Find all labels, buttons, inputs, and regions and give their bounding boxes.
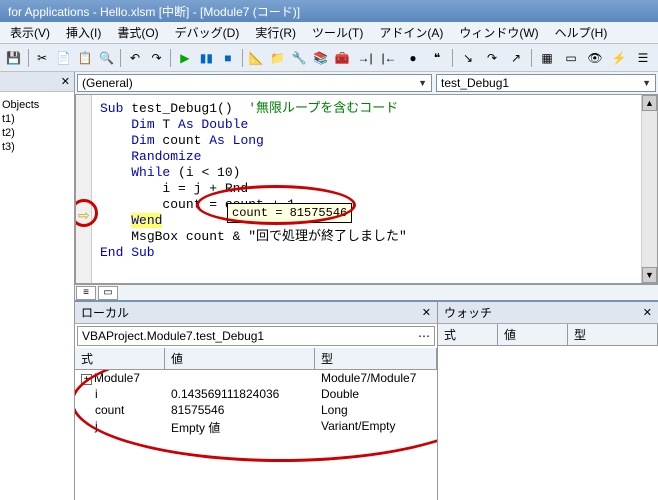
scroll-up-icon[interactable]: ▲ — [642, 95, 657, 111]
menu-insert[interactable]: 挿入(I) — [60, 22, 107, 43]
toolbox-icon[interactable]: 🧰 — [333, 47, 353, 69]
project-icon[interactable]: 📁 — [268, 47, 288, 69]
titlebar: for Applications - Hello.xlsm [中断] - [Mo… — [0, 0, 658, 22]
locals-col-val[interactable]: 値 — [165, 348, 315, 369]
locals-context-value: VBAProject.Module7.test_Debug1 — [82, 329, 264, 343]
close-icon[interactable]: ✕ — [422, 306, 431, 319]
locals-row: +Module7 Module7/Module7 — [75, 370, 437, 386]
locals-grid[interactable]: +Module7 Module7/Module7 i 0.14356911182… — [75, 370, 437, 500]
redo-icon[interactable]: ↷ — [147, 47, 167, 69]
value-tooltip: count = 81575546 — [227, 203, 352, 223]
menu-view[interactable]: 表示(V) — [4, 22, 56, 43]
find-icon[interactable]: 🔍 — [97, 47, 117, 69]
chevron-down-icon: ▼ — [418, 78, 427, 88]
menu-run[interactable]: 実行(R) — [249, 22, 302, 43]
menu-help[interactable]: ヘルプ(H) — [549, 22, 614, 43]
locals-row: i 0.143569111824036 Double — [75, 386, 437, 402]
tree-t1[interactable]: t1) — [2, 112, 72, 126]
watch-icon[interactable]: 👁 — [584, 47, 606, 69]
project-tree[interactable]: Objects t1) t2) t3) — [0, 92, 74, 500]
close-icon[interactable]: ✕ — [643, 306, 652, 319]
undo-icon[interactable]: ↶ — [125, 47, 145, 69]
design-icon[interactable]: 📐 — [247, 47, 267, 69]
browser-icon[interactable]: 📚 — [311, 47, 331, 69]
menu-addins[interactable]: アドイン(A) — [373, 22, 449, 43]
locals-title: ローカル — [81, 304, 129, 321]
code-scrollbar[interactable]: ▲ ▼ — [641, 95, 657, 283]
menu-tools[interactable]: ツール(T) — [306, 22, 369, 43]
project-pane: ✕ Objects t1) t2) t3) — [0, 72, 75, 500]
full-view-icon[interactable]: ▭ — [98, 286, 118, 300]
run-icon[interactable]: ▶ — [175, 47, 195, 69]
locals-pane: ローカル ✕ VBAProject.Module7.test_Debug1 ⋯ … — [75, 302, 438, 500]
menubar: 表示(V) 挿入(I) 書式(O) デバッグ(D) 実行(R) ツール(T) ア… — [0, 22, 658, 44]
break-icon[interactable]: ▮▮ — [197, 47, 217, 69]
procedure-dropdown-value: test_Debug1 — [441, 76, 509, 90]
toolbar: 💾 ✂ 📄 📋 🔍 ↶ ↷ ▶ ▮▮ ■ 📐 📁 🔧 📚 🧰 →| |← ● ❝… — [0, 44, 658, 72]
code-editor[interactable]: ⇨ Sub test_Debug1() '無限ループを含むコード Dim T A… — [75, 94, 658, 284]
chevron-down-icon: ▼ — [642, 78, 651, 88]
tree-objects[interactable]: Objects — [2, 98, 72, 112]
locals-col-expr[interactable]: 式 — [75, 348, 165, 369]
watch-pane: ウォッチ ✕ 式 値 型 — [438, 302, 658, 500]
menu-debug[interactable]: デバッグ(D) — [169, 22, 246, 43]
callstack-icon[interactable]: ☰ — [632, 47, 654, 69]
locals-row: j Empty 値 Variant/Empty — [75, 418, 437, 437]
menu-window[interactable]: ウィンドウ(W) — [453, 22, 544, 43]
locals-header: 式 値 型 — [75, 348, 437, 370]
object-dropdown-value: (General) — [82, 76, 133, 90]
indent-icon[interactable]: →| — [354, 47, 376, 69]
expand-icon[interactable]: + — [81, 374, 92, 385]
copy-icon[interactable]: 📄 — [54, 47, 74, 69]
props-icon[interactable]: 🔧 — [290, 47, 310, 69]
comment-icon[interactable]: ❝ — [426, 47, 448, 69]
tree-t2[interactable]: t2) — [2, 126, 72, 140]
step-over-icon[interactable]: ↷ — [481, 47, 503, 69]
watch-title: ウォッチ — [444, 304, 492, 321]
reset-icon[interactable]: ■ — [218, 47, 238, 69]
watch-col-type[interactable]: 型 — [568, 324, 658, 345]
watch-grid[interactable] — [438, 346, 658, 500]
bp-icon[interactable]: ● — [402, 47, 424, 69]
margin-bar: ⇨ — [76, 95, 92, 283]
outdent-icon[interactable]: |← — [378, 47, 400, 69]
immediate-icon[interactable]: ▭ — [560, 47, 582, 69]
code-view-buttons: ≡ ▭ — [75, 284, 658, 300]
proc-view-icon[interactable]: ≡ — [76, 286, 96, 300]
quickwatch-icon[interactable]: ⚡ — [608, 47, 630, 69]
code-text[interactable]: Sub test_Debug1() '無限ループを含むコード Dim T As … — [92, 95, 657, 283]
locals-context[interactable]: VBAProject.Module7.test_Debug1 ⋯ — [77, 326, 435, 346]
paste-icon[interactable]: 📋 — [75, 47, 95, 69]
step-into-icon[interactable]: ↘ — [457, 47, 479, 69]
object-dropdown[interactable]: (General) ▼ — [77, 74, 432, 92]
locals-row: count 81575546 Long — [75, 402, 437, 418]
context-more-icon[interactable]: ⋯ — [418, 329, 430, 343]
menu-format[interactable]: 書式(O) — [111, 22, 164, 43]
watch-col-val[interactable]: 値 — [498, 324, 568, 345]
cut-icon[interactable]: ✂ — [32, 47, 52, 69]
save-icon[interactable]: 💾 — [4, 47, 24, 69]
close-icon[interactable]: ✕ — [61, 75, 70, 88]
procedure-dropdown[interactable]: test_Debug1 ▼ — [436, 74, 656, 92]
title-text: for Applications - Hello.xlsm [中断] - [Mo… — [8, 3, 300, 20]
exec-arrow-icon: ⇨ — [78, 207, 90, 224]
step-out-icon[interactable]: ↗ — [505, 47, 527, 69]
tree-t3[interactable]: t3) — [2, 140, 72, 154]
scroll-down-icon[interactable]: ▼ — [642, 267, 657, 283]
watch-col-expr[interactable]: 式 — [438, 324, 498, 345]
watch-header: 式 値 型 — [438, 324, 658, 346]
locals-icon[interactable]: ▦ — [536, 47, 558, 69]
locals-col-type[interactable]: 型 — [315, 348, 437, 369]
